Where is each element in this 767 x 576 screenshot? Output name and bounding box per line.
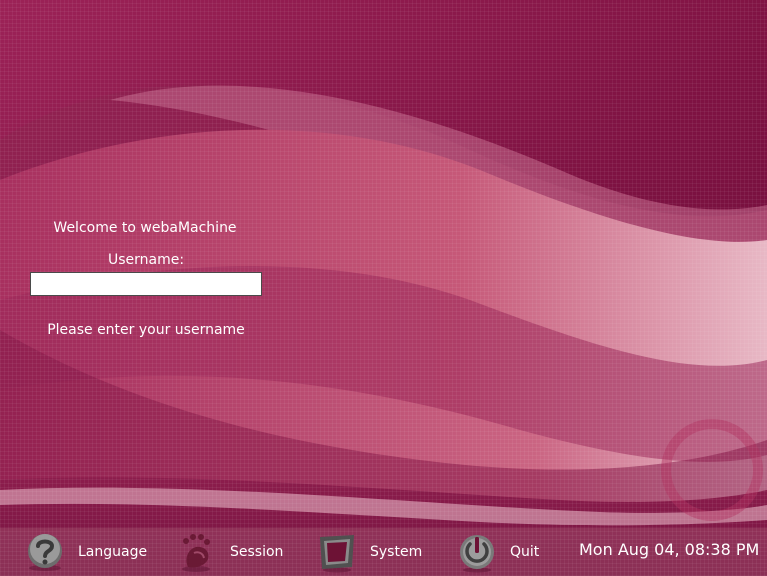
language-label: Language [78,544,148,560]
monitor-icon [320,535,354,573]
username-input[interactable] [30,272,262,296]
login-message: Please enter your username [47,322,245,338]
gimp-footprint-icon [182,534,210,572]
quit-label: Quit [510,544,540,560]
quit-button[interactable]: Quit [456,528,539,576]
language-button[interactable]: Language [24,528,147,576]
question-icon [28,534,62,571]
system-label: System [370,544,423,560]
system-button[interactable]: System [316,528,422,576]
clock: Mon Aug 04, 08:38 PM [579,540,760,559]
power-icon [460,535,494,573]
welcome-text: Welcome to webaMachine [53,220,237,236]
session-button[interactable]: Session [176,528,283,576]
session-label: Session [230,544,284,560]
bottom-bar: Language Session System Quit Mon Aug 04,… [0,528,767,576]
username-label: Username: [107,252,185,268]
login-panel: Welcome to webaMachine Username: Please … [30,218,262,340]
